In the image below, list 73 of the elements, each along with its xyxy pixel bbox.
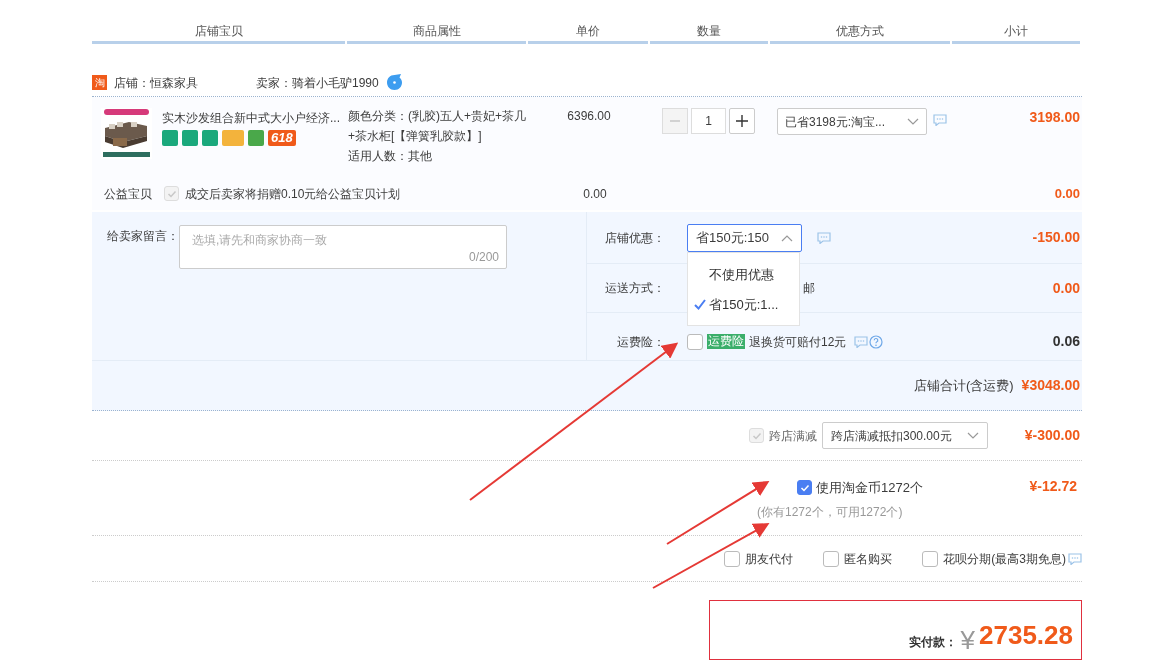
- plus-icon: [735, 114, 749, 128]
- chat-icon[interactable]: [385, 74, 403, 91]
- amount: 0.06: [1052, 332, 1081, 351]
- column-header: 商品属性: [347, 22, 526, 44]
- payment-amount: 2735.28: [979, 619, 1073, 652]
- insurance-tag: 运费险: [707, 334, 745, 349]
- field-label: 运费险：: [616, 333, 666, 351]
- checkbox[interactable]: [724, 550, 741, 567]
- chat-icon[interactable]: [817, 231, 831, 244]
- subtotal: 3198.00: [1028, 108, 1081, 126]
- amount: -150.00: [1032, 228, 1081, 247]
- unit-price: 6396.00: [566, 108, 612, 125]
- plus-button[interactable]: [729, 108, 755, 134]
- charity-label: 公益宝贝: [104, 185, 153, 203]
- amount: 0.00: [1052, 278, 1081, 298]
- shipping-method: 邮: [803, 280, 815, 297]
- coupon-select[interactable]: 省150元:150: [687, 223, 802, 252]
- chat-icon[interactable]: [1068, 552, 1082, 565]
- card-badge-icon: [222, 130, 244, 146]
- service-badge-icon: [182, 130, 198, 146]
- shop-total-label: 店铺合计(含运费): [913, 376, 1014, 395]
- currency-symbol: ¥: [960, 624, 975, 657]
- checkbox[interactable]: [922, 550, 939, 567]
- checkbox[interactable]: [823, 550, 840, 567]
- option-label[interactable]: 花呗分期(最高3期免息): [943, 549, 1066, 568]
- quantity-field[interactable]: 1: [691, 108, 726, 134]
- shop-name[interactable]: 店铺：恒森家具: [114, 73, 256, 92]
- column-header: 优惠方式: [770, 22, 950, 44]
- dropdown-option[interactable]: 省150元:1...: [688, 290, 799, 320]
- service-badge-icon: [202, 130, 218, 146]
- message-label: 给卖家留言：: [107, 228, 179, 245]
- chat-icon[interactable]: [854, 335, 869, 348]
- column-header: 单价: [528, 22, 648, 44]
- subtotal: 0.00: [1053, 184, 1081, 203]
- checkmark-icon: [166, 188, 177, 199]
- charity-text: 成交后卖家将捐赠0.10元给公益宝贝计划: [185, 185, 402, 203]
- help-icon[interactable]: [869, 334, 884, 349]
- payment-label: 实付款：: [908, 634, 957, 651]
- insurance-text: 退换货可赔付12元: [749, 333, 847, 351]
- chevron-down-icon: [907, 117, 919, 126]
- discount-select[interactable]: 已省3198元:淘宝...: [777, 108, 927, 135]
- column-header: 数量: [650, 22, 768, 44]
- dropdown-option[interactable]: 不使用优惠: [688, 260, 799, 290]
- field-label: 运送方式：: [604, 280, 666, 297]
- amount: ¥-12.72: [1029, 478, 1078, 496]
- item-attribute: 适用人数：其他: [348, 148, 433, 165]
- service-badge-icon: [248, 130, 264, 146]
- shop-total-amount: ¥3048.00: [1021, 376, 1080, 395]
- chevron-down-icon: [967, 431, 979, 440]
- character-counter: 0/200: [468, 249, 499, 266]
- option-label[interactable]: 朋友代付: [745, 549, 794, 568]
- checkmark-icon: [799, 482, 810, 493]
- column-header: 店铺宝贝: [92, 22, 345, 44]
- column-header: 小计: [952, 22, 1080, 44]
- unit-price: 0.00: [582, 185, 608, 203]
- chat-icon[interactable]: [933, 114, 947, 126]
- cross-store-label: 跨店满减: [769, 427, 817, 445]
- checkbox[interactable]: [687, 333, 703, 350]
- coin-note: (你有1272个，可用1272个): [757, 503, 904, 521]
- checkmark-icon: [694, 299, 706, 310]
- checkbox[interactable]: [797, 480, 812, 496]
- item-attribute: 颜色分类：(乳胶)五人+贵妃+茶几+茶水柜[【弹簧乳胶款】]: [348, 108, 527, 145]
- promo-badge: 618: [268, 130, 296, 146]
- checkmark-icon: [751, 430, 762, 441]
- item-title[interactable]: 实木沙发组合新中式大小户经济...: [162, 110, 340, 126]
- amount: ¥-300.00: [1023, 426, 1080, 445]
- seller-name[interactable]: 卖家：骑着小毛驴1990: [256, 73, 379, 92]
- service-badge-icon: [162, 130, 178, 146]
- option-label[interactable]: 匿名购买: [844, 549, 893, 568]
- field-label: 店铺优惠：: [604, 229, 666, 247]
- chevron-up-icon: [781, 233, 793, 242]
- coin-label: 使用淘金币1272个: [816, 479, 923, 497]
- shop-logo: 淘: [92, 75, 107, 90]
